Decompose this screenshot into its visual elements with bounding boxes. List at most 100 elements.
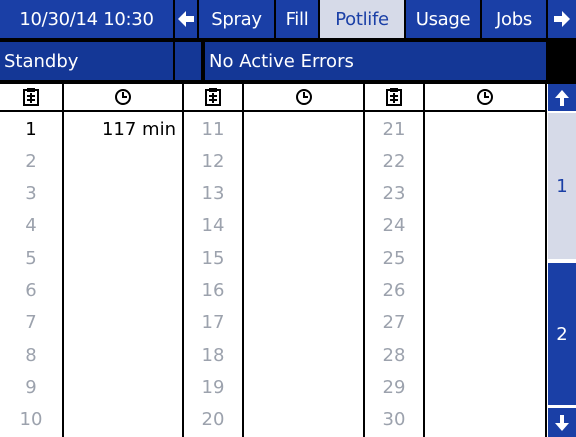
potlife-time-value [425, 275, 539, 307]
tab-usage-label: Usage [415, 8, 471, 30]
potlife-time-value [425, 307, 539, 339]
recipe-number[interactable]: 2 [0, 145, 62, 177]
arrow-up-icon [555, 89, 569, 106]
potlife-time-value [64, 178, 176, 210]
recipe-number[interactable]: 29 [365, 371, 423, 403]
time-column-header [425, 84, 545, 109]
recipe-number[interactable]: 14 [184, 210, 242, 242]
potlife-time-value [425, 404, 539, 436]
potlife-time-value [64, 242, 176, 274]
header-divider [0, 110, 545, 112]
error-status: No Active Errors [205, 42, 546, 80]
time-column-header [244, 84, 363, 109]
next-screen-button[interactable] [548, 0, 576, 38]
tab-potlife[interactable]: Potlife [320, 0, 404, 38]
potlife-time-value [425, 339, 539, 371]
page-1-label: 1 [556, 175, 568, 197]
tab-spray-label: Spray [211, 8, 262, 30]
potlife-time-value [64, 275, 176, 307]
recipe-number[interactable]: 18 [184, 339, 242, 371]
recipe-number[interactable]: 25 [365, 242, 423, 274]
recipe-icon [386, 87, 402, 106]
page-up-button[interactable] [548, 84, 576, 111]
potlife-time-value [425, 242, 539, 274]
recipe-number[interactable]: 24 [365, 210, 423, 242]
potlife-time-value [64, 339, 176, 371]
screen: 10/30/14 10:30 Spray Fill Potlife Usage … [0, 0, 576, 437]
potlife-time-value [244, 242, 357, 274]
recipe-number[interactable]: 23 [365, 178, 423, 210]
clock-icon [477, 88, 493, 105]
recipe-number[interactable]: 13 [184, 178, 242, 210]
potlife-time-value [64, 371, 176, 403]
tab-fill-label: Fill [285, 8, 309, 30]
error-status-text: No Active Errors [209, 50, 354, 72]
page-down-button[interactable] [548, 408, 576, 437]
recipe-number[interactable]: 7 [0, 307, 62, 339]
page-2-button[interactable]: 2 [548, 263, 576, 405]
recipe-number[interactable]: 22 [365, 145, 423, 177]
potlife-time-value [64, 307, 176, 339]
recipe-number[interactable]: 4 [0, 210, 62, 242]
potlife-time-value [425, 113, 539, 145]
arrow-right-icon [554, 11, 570, 27]
page-1-button[interactable]: 1 [548, 113, 576, 259]
recipe-column-header [0, 84, 62, 109]
recipe-column-header [365, 84, 423, 109]
recipe-number[interactable]: 20 [184, 404, 242, 436]
potlife-time-value [244, 178, 357, 210]
datetime-text: 10/30/14 10:30 [19, 8, 154, 30]
recipe-number[interactable]: 21 [365, 113, 423, 145]
potlife-time-value [425, 145, 539, 177]
recipe-number[interactable]: 12 [184, 145, 242, 177]
recipe-icon [205, 87, 221, 106]
potlife-time-value [425, 210, 539, 242]
recipe-number[interactable]: 11 [184, 113, 242, 145]
potlife-time-value [244, 404, 357, 436]
potlife-time-value [244, 307, 357, 339]
tab-fill[interactable]: Fill [276, 0, 318, 38]
recipe-icon [23, 87, 39, 106]
tab-potlife-label: Potlife [335, 8, 389, 30]
recipe-number[interactable]: 5 [0, 242, 62, 274]
potlife-time-value [64, 145, 176, 177]
recipe-number[interactable]: 26 [365, 275, 423, 307]
recipe-number[interactable]: 10 [0, 404, 62, 436]
potlife-time-value [244, 339, 357, 371]
tab-jobs[interactable]: Jobs [482, 0, 546, 38]
recipe-number[interactable]: 19 [184, 371, 242, 403]
arrow-down-icon [555, 414, 569, 431]
datetime-display: 10/30/14 10:30 [0, 0, 173, 38]
status-indicator [175, 42, 201, 80]
recipe-number[interactable]: 6 [0, 275, 62, 307]
potlife-table: 1 117 min 2 3 4 5 6 7 8 9 10 11 12 13 14 15 16 17 18 19 20 21… [0, 84, 545, 437]
page-2-label: 2 [556, 323, 568, 345]
system-mode-status: Standby [0, 42, 173, 80]
potlife-time-value: 117 min [101, 118, 176, 140]
recipe-column-header [184, 84, 242, 109]
previous-screen-button[interactable] [175, 0, 197, 38]
recipe-number[interactable]: 17 [184, 307, 242, 339]
arrow-left-icon [178, 11, 194, 27]
clock-icon [115, 88, 131, 105]
potlife-time-value [64, 210, 176, 242]
potlife-time-value [425, 178, 539, 210]
recipe-number[interactable]: 28 [365, 339, 423, 371]
potlife-time-value [244, 113, 357, 145]
recipe-number[interactable]: 27 [365, 307, 423, 339]
recipe-number[interactable]: 8 [0, 339, 62, 371]
potlife-time-value [244, 210, 357, 242]
recipe-number[interactable]: 9 [0, 371, 62, 403]
system-mode-text: Standby [4, 50, 79, 72]
tab-spray[interactable]: Spray [199, 0, 274, 38]
potlife-time-value [244, 371, 357, 403]
recipe-number[interactable]: 1 [0, 113, 62, 145]
recipe-number[interactable]: 16 [184, 275, 242, 307]
potlife-time-value [425, 371, 539, 403]
tab-usage[interactable]: Usage [406, 0, 480, 38]
recipe-number[interactable]: 30 [365, 404, 423, 436]
tab-jobs-label: Jobs [496, 8, 532, 30]
potlife-time-value [64, 404, 176, 436]
recipe-number[interactable]: 3 [0, 178, 62, 210]
recipe-number[interactable]: 15 [184, 242, 242, 274]
